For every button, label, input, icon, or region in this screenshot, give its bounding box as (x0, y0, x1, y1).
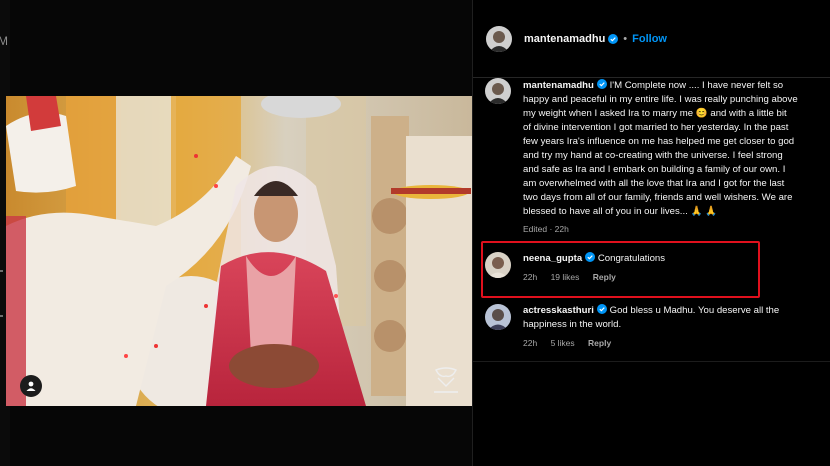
avatar[interactable] (485, 78, 511, 104)
edited-timestamp: Edited · 22h (523, 224, 569, 234)
author-username[interactable]: mantenamadhu (524, 33, 605, 45)
separator-dot: • (623, 32, 628, 45)
verified-badge-icon (608, 33, 619, 44)
comment-item: actresskasthuri God bless u Madhu. You d… (485, 304, 805, 348)
tag-people-button[interactable] (20, 375, 42, 397)
comment-time: 22h (523, 272, 538, 282)
comment-text: Congratulations (597, 253, 666, 264)
caption-meta: Edited · 22h (523, 224, 823, 234)
comment-likes[interactable]: 19 likes (551, 272, 580, 282)
edge-mark (0, 270, 3, 272)
caption-block: mantenamadhu I'M Complete now .... I hav… (485, 78, 825, 234)
caption-username[interactable]: mantenamadhu (523, 80, 594, 91)
comment-likes[interactable]: 5 likes (551, 338, 575, 348)
verified-badge-icon (585, 252, 596, 262)
comment-text-line: actresskasthuri God bless u Madhu. You d… (523, 304, 805, 332)
post-photo (6, 96, 472, 406)
comment-text-line: neena_gupta Congratulations (523, 252, 805, 266)
reply-button[interactable]: Reply (588, 338, 611, 348)
post-header: mantenamadhu • Follow (473, 0, 830, 78)
avatar[interactable] (485, 304, 511, 330)
avatar[interactable] (485, 252, 511, 278)
reply-button[interactable]: Reply (593, 272, 616, 282)
divider (473, 361, 830, 362)
caption-body: I'M Complete now .... I have never felt … (523, 80, 798, 217)
verified-badge-icon (596, 304, 607, 314)
follow-button[interactable]: Follow (632, 33, 667, 45)
edge-mark (0, 315, 3, 317)
comment-username[interactable]: neena_gupta (523, 253, 582, 264)
comment-item: neena_gupta Congratulations 22h 19 likes… (485, 252, 805, 282)
comment-username[interactable]: actresskasthuri (523, 305, 594, 316)
avatar[interactable] (486, 25, 512, 52)
user-tag-icon (26, 381, 36, 391)
caption-text: mantenamadhu I'M Complete now .... I hav… (523, 79, 823, 219)
photographer-logo (434, 367, 458, 393)
comment-time: 22h (523, 338, 538, 348)
verified-badge-icon (596, 79, 607, 89)
edge-letter: M (0, 34, 8, 48)
